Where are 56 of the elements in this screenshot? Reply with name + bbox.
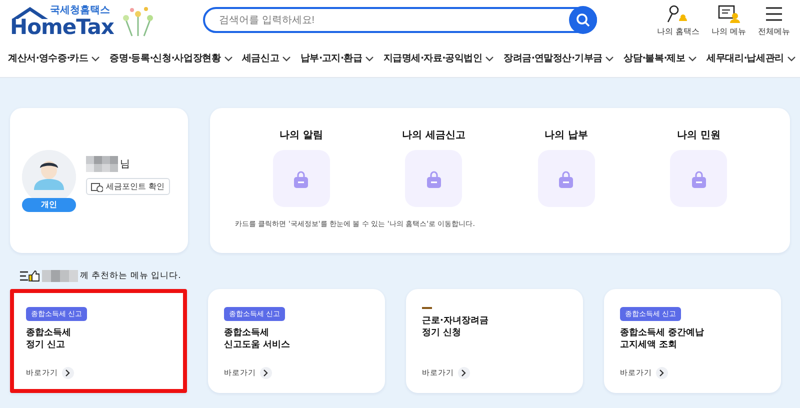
chevron-icon: [688, 56, 698, 62]
chevron-icon: [65, 369, 71, 377]
lock-icon: [690, 170, 707, 188]
person-bell-icon: [667, 4, 690, 24]
chevron-icon: [365, 56, 374, 62]
nav-menu-item[interactable]: 계산서·영수증·카드: [8, 52, 100, 65]
nav-menu-item[interactable]: 상담·불복·제보: [624, 52, 698, 65]
nav-menu-item[interactable]: 세금신고: [242, 52, 292, 65]
header-link[interactable]: 전체메뉴: [758, 4, 790, 36]
chevron-icon: [91, 56, 100, 62]
logo-subtitle: 국세청홈택스: [50, 5, 111, 16]
list-thumbs-up-icon: [20, 270, 40, 282]
chevron-icon: [282, 56, 292, 62]
chevron-icon: [263, 369, 269, 377]
summary-title: 나의 민원: [677, 129, 720, 142]
nav-menu-item[interactable]: 장려금·연말정산·기부금: [503, 52, 614, 65]
chevron-icon: [224, 56, 233, 62]
nav-menu-item[interactable]: 납부·고지·환급: [300, 52, 374, 65]
lock-icon: [558, 170, 574, 188]
summary-tile[interactable]: [538, 150, 595, 207]
logo-title[interactable]: HomeTax: [10, 16, 114, 38]
header-link[interactable]: 나의 메뉴: [711, 4, 746, 36]
recommend-text: 께 추천하는 메뉴 입니다.: [80, 270, 181, 282]
summary-title: 나의 세금신고: [402, 129, 466, 142]
wallet-clock-icon: [91, 182, 103, 192]
card-title: 종합소득세 신고도움 서비스: [224, 327, 292, 351]
tax-point-button[interactable]: 세금포인트 확인: [86, 178, 170, 195]
nav-menu-item[interactable]: 지급명세·자료·공익법인: [383, 52, 494, 65]
chevron-icon: [461, 369, 467, 377]
summary-title: 나의 납부: [544, 129, 588, 142]
search-input[interactable]: 검색어를 입력하세요!: [217, 14, 521, 26]
blurred-name: [86, 156, 118, 172]
card-title: 종합소득세 중간예납 고지세액 조회: [620, 327, 706, 351]
name-suffix: 님: [120, 158, 130, 171]
summary-tile[interactable]: [272, 150, 330, 207]
nav-menu-item[interactable]: 세무대리·납세관리: [706, 52, 796, 65]
summary-tile[interactable]: [405, 150, 462, 207]
summary-title: 나의 알림: [280, 129, 323, 142]
card-title: 근로·자녀장려금 정기 신청: [422, 315, 490, 339]
chevron-icon: [786, 56, 796, 62]
chevron-icon: [605, 56, 614, 62]
house-roof-icon: [10, 5, 50, 20]
lock-icon: [293, 170, 310, 188]
summary-tile[interactable]: [670, 150, 728, 207]
search-button[interactable]: [569, 6, 597, 34]
header-link[interactable]: 나의 홈택스: [656, 4, 700, 36]
chevron-icon: [485, 56, 494, 62]
search-icon: [576, 13, 590, 27]
chat-person-icon: [718, 4, 740, 24]
blurred-name: [42, 270, 78, 282]
dash-mark: [422, 307, 432, 309]
card-title: 종합소득세 정기 신고: [26, 327, 72, 351]
nav-menu-item[interactable]: 증명·등록·신청·사업장현황: [110, 52, 233, 65]
search-field[interactable]: 검색어를 입력하세요!: [203, 7, 597, 33]
lock-icon: [426, 170, 442, 188]
chevron-icon: [659, 369, 665, 377]
